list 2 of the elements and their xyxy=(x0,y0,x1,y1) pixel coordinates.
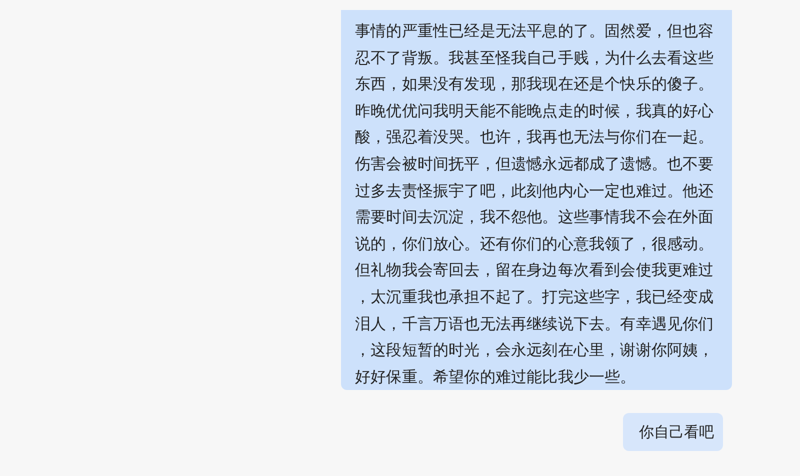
message-text: 你自己看吧 xyxy=(639,422,714,443)
message-text: 事情的严重性已经是无法平息的了。固然爱，但也容 忍不了背叛。我甚至怪我自己手贱，为什么去看这些 东西，如果没有发现，那我现在还是个快乐的傻子。 昨晚优优问我明天能不能晚点走的时候，我真的好心 酸，强忍着没哭。也许，我再也无法与你们在一起。 伤害会被时间抚平，但遗憾永远都成了遗憾。也不要 过多去责怪振宇了吧，此刻他内心一定也难过。他还 需要时间去沉淀，我不怨他。这些事情我不会在外面 说的，你们放心。还有你们的心意我领了，很感动。 但礼物我会寄回去，留在身边每次看到会使我更难过 ，太沉重我也承担不起了。打完这些字，我已经变成 泪人，千言万语也无法再继续说下去。有幸遇见你们 ，这段短暂的时光，会永远刻在心里，谢谢你阿姨， 好好保重。希望你的难过能比我少一些。 xyxy=(355,21,715,388)
